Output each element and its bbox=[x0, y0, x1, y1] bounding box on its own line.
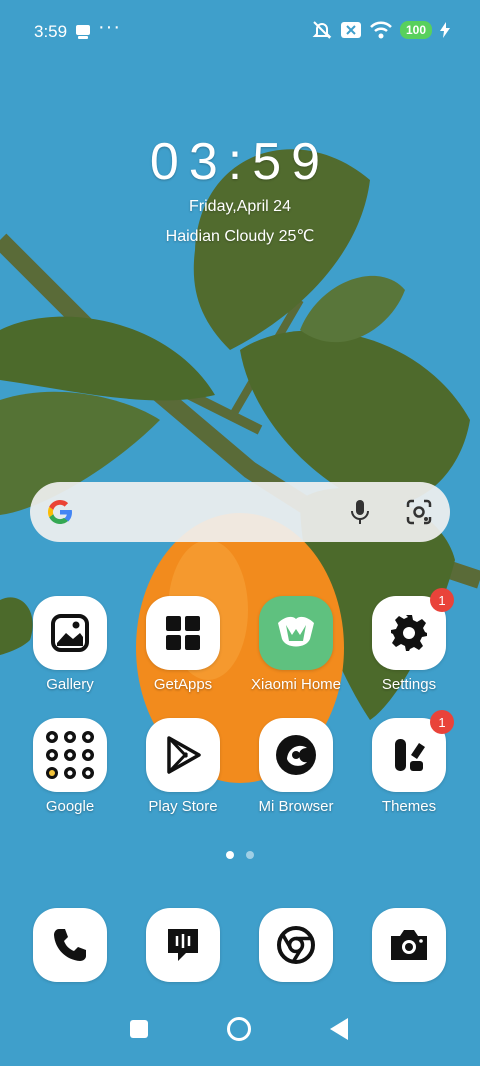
status-more-icon: ··· bbox=[98, 16, 121, 38]
phone-icon bbox=[54, 929, 86, 961]
google-folder-tile[interactable] bbox=[33, 718, 107, 792]
sim-icon bbox=[340, 22, 361, 38]
app-mi-browser[interactable]: Mi Browser bbox=[241, 718, 351, 815]
back-button[interactable] bbox=[330, 1018, 348, 1040]
clock-time: 03:59 bbox=[149, 133, 331, 191]
app-google-folder[interactable]: Google bbox=[15, 718, 125, 815]
app-label: Play Store bbox=[148, 798, 218, 815]
charging-icon bbox=[440, 22, 450, 38]
phone-tile[interactable] bbox=[33, 908, 107, 982]
wifi-icon bbox=[370, 21, 392, 39]
app-label: Gallery bbox=[46, 676, 94, 693]
notification-badge: 1 bbox=[430, 588, 454, 612]
app-label: Themes bbox=[381, 798, 437, 815]
page-dot-active bbox=[226, 851, 234, 859]
app-label: Settings bbox=[381, 676, 437, 693]
dock-phone[interactable] bbox=[15, 908, 125, 982]
settings-tile[interactable]: 1 bbox=[372, 588, 454, 670]
page-dot bbox=[246, 851, 254, 859]
app-settings[interactable]: 1 Settings bbox=[354, 588, 464, 693]
google-search-bar[interactable] bbox=[30, 482, 450, 542]
app-themes[interactable]: 1 Themes bbox=[354, 710, 464, 815]
settings-gear-icon bbox=[391, 615, 427, 651]
chrome-icon bbox=[277, 926, 315, 964]
dock-messages[interactable] bbox=[128, 908, 238, 982]
status-bar: 3:59 ··· 100 bbox=[0, 0, 480, 60]
clock-weather: Haidian Cloudy 25℃ bbox=[165, 228, 315, 245]
getapps-tile[interactable] bbox=[146, 596, 220, 670]
app-label: GetApps bbox=[153, 676, 213, 693]
google-folder-icon bbox=[46, 731, 94, 779]
getapps-icon bbox=[166, 616, 200, 650]
page-indicator bbox=[0, 851, 480, 859]
app-getapps[interactable]: GetApps bbox=[128, 596, 238, 693]
notification-icon bbox=[76, 25, 90, 39]
app-play-store[interactable]: Play Store bbox=[128, 718, 238, 815]
app-gallery[interactable]: Gallery bbox=[15, 596, 125, 693]
xiaomi-home-tile[interactable] bbox=[259, 596, 333, 670]
messages-icon bbox=[168, 929, 198, 961]
clock-widget[interactable]: 03:59 Friday,April 24 Haidian Cloudy 25℃ bbox=[0, 132, 480, 246]
home-button[interactable] bbox=[227, 1017, 251, 1041]
voice-search-icon[interactable] bbox=[348, 498, 372, 526]
mute-icon bbox=[312, 21, 332, 39]
battery-indicator: 100 bbox=[399, 21, 432, 39]
play-store-tile[interactable] bbox=[146, 718, 220, 792]
notification-badge: 1 bbox=[430, 710, 454, 734]
play-store-icon bbox=[167, 736, 201, 774]
google-logo-icon bbox=[48, 500, 72, 524]
gallery-tile[interactable] bbox=[33, 596, 107, 670]
camera-icon bbox=[391, 930, 427, 960]
dock-camera[interactable] bbox=[354, 908, 464, 982]
clock-date: Friday,April 24 bbox=[189, 198, 291, 215]
chrome-tile[interactable] bbox=[259, 908, 333, 982]
themes-tile[interactable]: 1 bbox=[372, 710, 454, 792]
gallery-icon bbox=[51, 614, 89, 652]
xiaomi-home-icon bbox=[278, 616, 314, 647]
lens-search-icon[interactable] bbox=[406, 499, 432, 525]
app-label: Google bbox=[45, 798, 95, 815]
mi-browser-tile[interactable] bbox=[259, 718, 333, 792]
status-time: 3:59 bbox=[34, 22, 68, 41]
mi-browser-icon bbox=[276, 735, 316, 775]
camera-tile[interactable] bbox=[372, 908, 446, 982]
app-label: Mi Browser bbox=[258, 798, 334, 815]
themes-icon bbox=[395, 739, 425, 771]
messages-tile[interactable] bbox=[146, 908, 220, 982]
dock-chrome[interactable] bbox=[241, 908, 351, 982]
app-xiaomi-home[interactable]: Xiaomi Home bbox=[241, 596, 351, 693]
navigation-bar bbox=[0, 996, 480, 1066]
app-label: Xiaomi Home bbox=[250, 676, 342, 693]
recents-button[interactable] bbox=[130, 1020, 148, 1038]
